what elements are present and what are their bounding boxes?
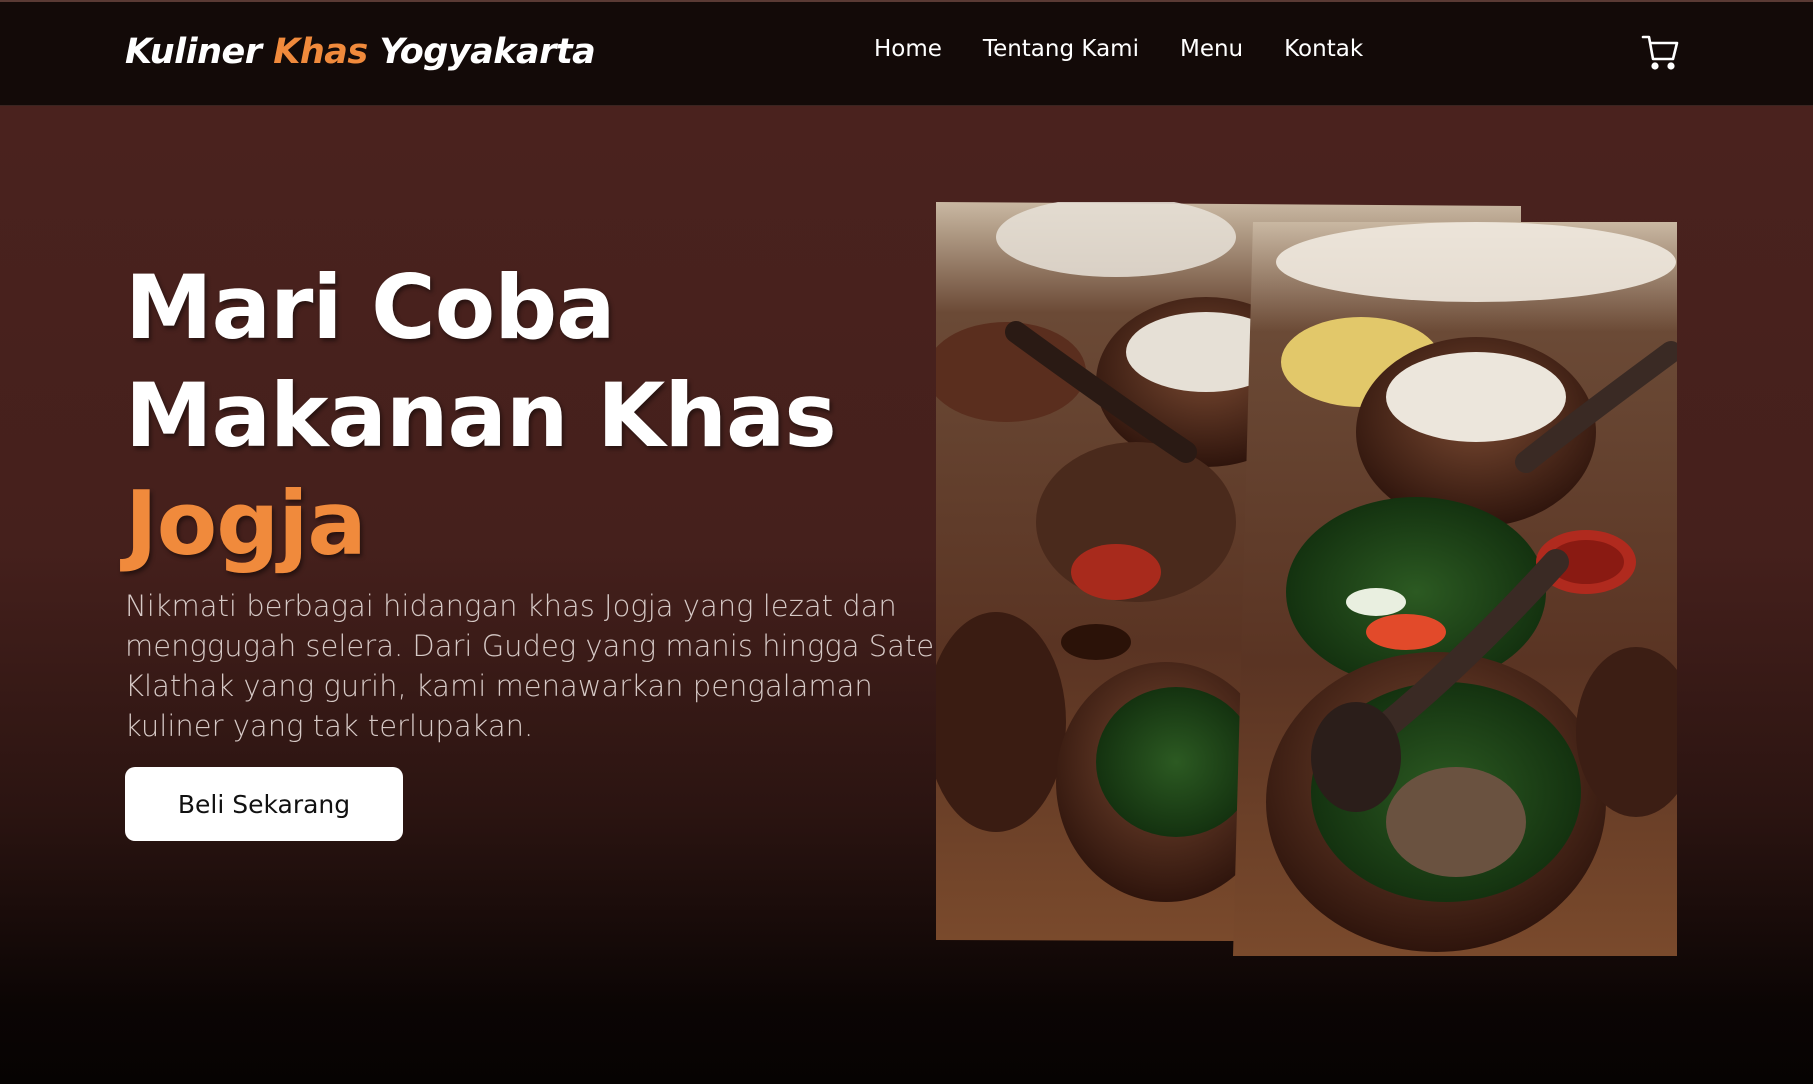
hero-title-line2: Makanan Khas xyxy=(125,364,837,467)
shopping-cart-icon[interactable] xyxy=(1640,32,1680,72)
hero-title: Mari Coba Makanan Khas Jogja xyxy=(125,254,837,578)
logo-text-part3: Yogyakarta xyxy=(367,32,596,72)
logo-text-part1: Kuliner xyxy=(125,32,274,72)
hero-title-line1: Mari Coba xyxy=(125,256,616,359)
food-collage-image xyxy=(926,197,1696,956)
site-logo[interactable]: Kuliner Khas Yogyakarta xyxy=(125,32,596,72)
navbar: Kuliner Khas Yogyakarta Home Tentang Kam… xyxy=(0,0,1813,106)
hero-description: Nikmati berbagai hidangan khas Jogja yan… xyxy=(125,589,935,743)
logo-text-accent: Khas xyxy=(273,32,368,72)
main-nav: Home Tentang Kami Menu Kontak xyxy=(874,36,1363,62)
nav-link-tentang-kami[interactable]: Tentang Kami xyxy=(983,36,1139,62)
nav-link-home[interactable]: Home xyxy=(874,36,942,62)
nav-link-kontak[interactable]: Kontak xyxy=(1284,36,1363,62)
buy-now-button[interactable]: Beli Sekarang xyxy=(125,767,403,841)
nav-link-menu[interactable]: Menu xyxy=(1180,36,1243,62)
photo-front xyxy=(1233,222,1696,956)
hero-title-accent: Jogja xyxy=(125,472,367,575)
hero-section: Mari Coba Makanan Khas Jogja Nikmati ber… xyxy=(0,106,1813,1084)
